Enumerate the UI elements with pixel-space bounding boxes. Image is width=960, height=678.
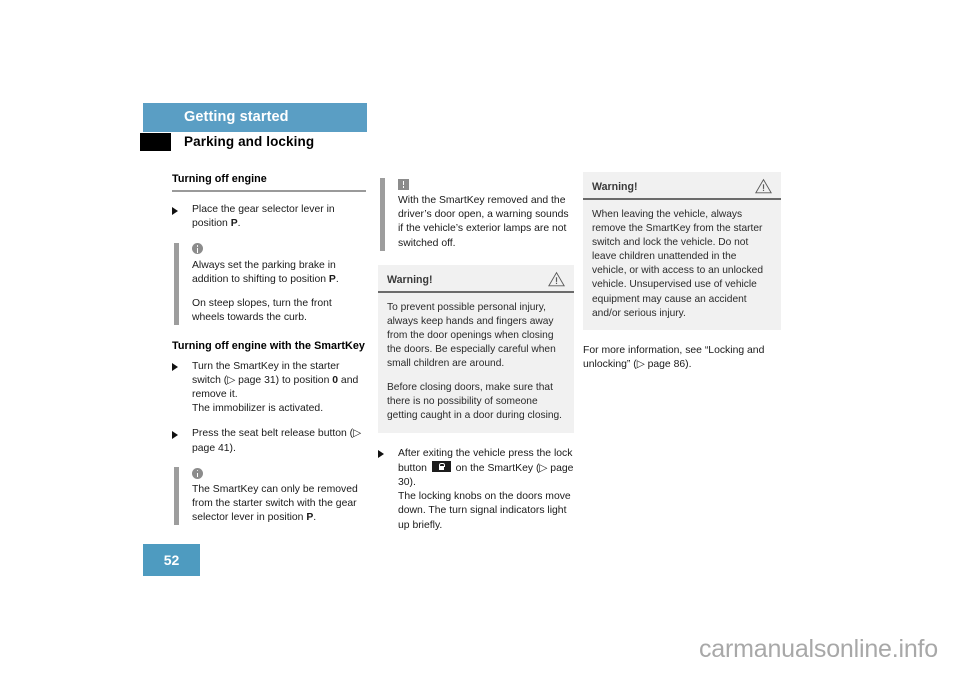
warning-triangle-icon <box>548 271 565 287</box>
list-item: Turn the SmartKey in the starter switch … <box>172 360 366 403</box>
warning-box-header: Warning! <box>378 265 574 293</box>
bullet-triangle-icon <box>378 450 384 459</box>
page-number: 52 <box>163 552 180 568</box>
warning-box-body: When leaving the vehicle, always remove … <box>583 200 781 330</box>
content-column-3: Warning! When leaving the vehicle, alway… <box>583 172 781 382</box>
warning-paragraph: When leaving the vehicle, always remove … <box>592 209 764 319</box>
info-note-box: The SmartKey can only be removed from th… <box>172 466 366 526</box>
note-icon-row <box>192 467 366 480</box>
subheading-turning-off-engine-smartkey: Turning off engine with the SmartKey <box>172 340 365 353</box>
note-icon-row <box>192 243 366 256</box>
warning-box: Warning! To prevent possible personal in… <box>378 264 574 433</box>
chapter-title: Getting started <box>184 109 289 125</box>
note-paragraph-end: . <box>335 273 339 285</box>
lock-button-icon <box>431 460 451 472</box>
list-item: After exiting the vehicle press the lock… <box>378 447 574 491</box>
bullet-triangle-icon <box>172 363 178 372</box>
note-paragraph: On steep slopes, turn the front wheels t… <box>192 298 332 324</box>
section-title: Parking and locking <box>184 134 315 149</box>
note-paragraph-part: The SmartKey can only be removed from th… <box>192 483 358 524</box>
note-paragraph: With the SmartKey removed and the driver… <box>398 195 569 249</box>
warning-triangle-icon <box>755 178 772 194</box>
info-icon <box>192 243 203 255</box>
note-paragraph-end: . <box>313 512 317 524</box>
section-marker-block <box>140 133 171 151</box>
note-accent-bar <box>174 466 179 526</box>
warning-paragraph: To prevent possible personal injury, alw… <box>387 301 556 370</box>
note-icon-row <box>398 178 574 191</box>
warning-box-header: Warning! <box>583 172 781 200</box>
gear-position-label: P <box>230 218 238 230</box>
exclamation-square-icon <box>398 178 409 190</box>
watermark-text: carmanualsonline.info <box>698 635 938 663</box>
warning-box-body: To prevent possible personal injury, alw… <box>378 293 574 433</box>
list-item-text: After exiting the vehicle press the lock… <box>398 447 574 491</box>
list-item-text: Place the gear selector lever in positio… <box>192 203 366 231</box>
heading-divider <box>172 190 366 193</box>
chapter-header-bar: Getting started <box>143 103 367 132</box>
note-accent-bar <box>174 242 179 326</box>
list-item-text: Press the seat belt release button (▷ pa… <box>192 428 362 454</box>
list-item-subtext: The immobilizer is activated. <box>192 403 324 415</box>
gear-position-label: P <box>328 273 336 285</box>
info-icon <box>192 467 203 479</box>
list-item-text: Turn the SmartKey in the starter switch … <box>192 360 366 403</box>
warning-paragraph: Before closing doors, make sure that the… <box>387 382 563 422</box>
note-paragraph-part: Always set the parking brake in addition… <box>192 259 336 285</box>
info-note-box: Always set the parking brake in addition… <box>172 242 366 326</box>
page-number-box: 52 <box>143 544 200 576</box>
content-column-2: With the SmartKey removed and the driver… <box>378 172 574 544</box>
note-accent-bar <box>380 178 385 251</box>
note-paragraph: Always set the parking brake in addition… <box>192 259 366 287</box>
list-item-text-part: Place the gear selector lever in positio… <box>192 204 335 230</box>
content-column-1: Turning off engine Place the gear select… <box>172 172 366 539</box>
cross-reference-text: For more information, see “Locking and u… <box>583 344 765 370</box>
list-item-text-part: Turn the SmartKey in the starter switch … <box>192 360 340 386</box>
note-paragraph: The SmartKey can only be removed from th… <box>192 483 366 526</box>
warning-title: Warning! <box>387 273 433 286</box>
warning-box: Warning! When leaving the vehicle, alway… <box>583 172 781 330</box>
exclamation-note-box: With the SmartKey removed and the driver… <box>378 178 574 251</box>
bullet-triangle-icon <box>172 430 178 439</box>
manual-page: Getting started Parking and locking Turn… <box>0 0 960 678</box>
list-item: Press the seat belt release button (▷ pa… <box>172 427 366 455</box>
subheading-turning-off-engine: Turning off engine <box>172 173 267 185</box>
list-item-text-end: . <box>237 218 241 230</box>
list-item-subtext: The locking knobs on the doors move down… <box>398 491 571 531</box>
bullet-triangle-icon <box>172 206 178 215</box>
warning-title: Warning! <box>592 181 638 193</box>
list-item: Place the gear selector lever in positio… <box>172 203 366 231</box>
